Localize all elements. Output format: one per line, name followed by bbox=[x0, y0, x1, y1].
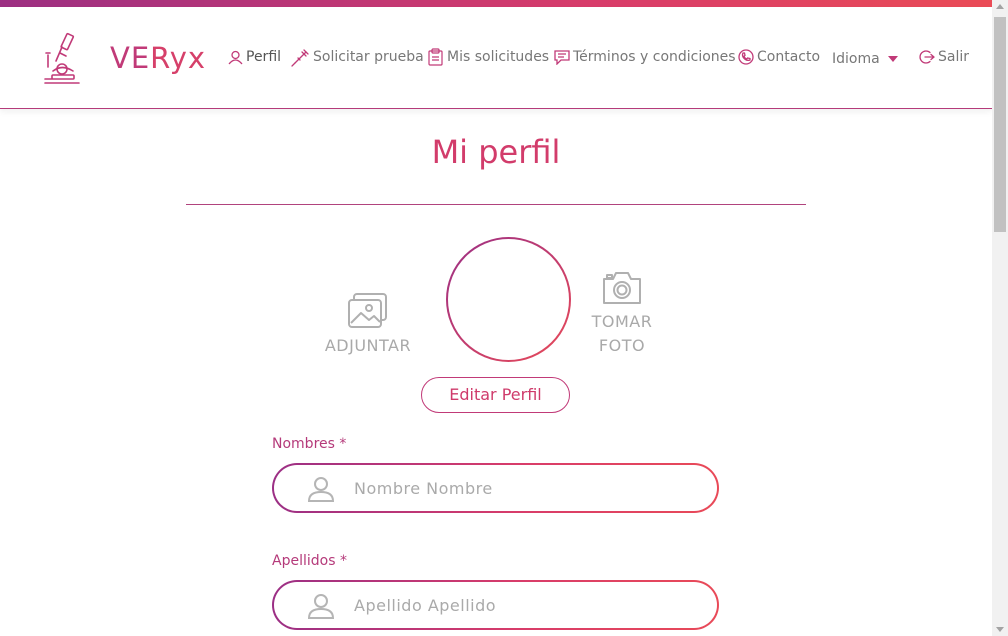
phone-icon bbox=[738, 49, 754, 65]
scroll-up-arrow-icon[interactable] bbox=[996, 4, 1004, 9]
user-icon bbox=[228, 50, 243, 64]
nav-salir-label: Salir bbox=[938, 49, 970, 65]
attach-photo-button[interactable]: ADJUNTAR bbox=[318, 292, 418, 358]
nav-terminos[interactable]: Términos y condiciones bbox=[554, 46, 736, 68]
nombres-label: Nombres * bbox=[272, 436, 347, 452]
scroll-down-arrow-icon[interactable] bbox=[996, 627, 1004, 632]
navbar: VERyx Perfil Solicitar prueba Mis solici… bbox=[0, 7, 992, 109]
nombres-field[interactable] bbox=[272, 463, 719, 513]
apellidos-input[interactable] bbox=[354, 582, 694, 628]
top-accent-strip bbox=[0, 0, 992, 7]
nav-contacto-label: Contacto bbox=[757, 49, 821, 65]
logout-icon bbox=[919, 50, 935, 64]
user-icon bbox=[307, 477, 335, 502]
scroll-thumb[interactable] bbox=[994, 17, 1006, 232]
page-title: Mi perfil bbox=[431, 133, 561, 171]
microscope-icon bbox=[44, 32, 80, 84]
edit-profile-button[interactable]: Editar Perfil bbox=[421, 377, 570, 413]
nombres-input[interactable] bbox=[354, 465, 694, 511]
nav-solicitar-label: Solicitar prueba bbox=[313, 49, 424, 65]
avatar bbox=[446, 237, 571, 362]
user-icon bbox=[307, 594, 335, 619]
nav-solicitar-prueba[interactable]: Solicitar prueba bbox=[291, 46, 424, 68]
clipboard-icon bbox=[428, 48, 443, 66]
nav-terminos-label: Términos y condiciones bbox=[573, 49, 736, 65]
apellidos-field[interactable] bbox=[272, 580, 719, 630]
apellidos-label: Apellidos * bbox=[272, 553, 347, 569]
nombres-field-inner[interactable] bbox=[274, 465, 717, 511]
take-photo-label-line1: TOMAR bbox=[591, 312, 653, 331]
page-scrollbar[interactable] bbox=[992, 0, 1008, 636]
chevron-down-icon bbox=[887, 56, 898, 62]
image-icon bbox=[348, 293, 387, 328]
nav-perfil[interactable]: Perfil bbox=[228, 46, 281, 68]
camera-icon bbox=[603, 272, 641, 304]
syringe-icon bbox=[291, 48, 309, 67]
avatar-photo-area bbox=[448, 239, 569, 360]
nav-salir[interactable]: Salir bbox=[919, 46, 969, 68]
attach-photo-label: ADJUNTAR bbox=[324, 336, 412, 355]
title-divider bbox=[186, 204, 806, 205]
nav-mis-solicitudes[interactable]: Mis solicitudes bbox=[427, 46, 549, 68]
nav-idioma-label: Idioma bbox=[832, 51, 880, 67]
nav-idioma-dropdown[interactable]: Idioma bbox=[832, 48, 898, 70]
brand-logo-text[interactable]: VERyx bbox=[110, 41, 206, 75]
nav-solicitudes-label: Mis solicitudes bbox=[447, 49, 550, 65]
take-photo-label-line2: FOTO bbox=[598, 336, 646, 355]
take-photo-button[interactable]: TOMAR FOTO bbox=[580, 270, 664, 358]
nav-contacto[interactable]: Contacto bbox=[738, 46, 820, 68]
apellidos-field-inner[interactable] bbox=[274, 582, 717, 628]
nav-perfil-label: Perfil bbox=[246, 49, 282, 65]
message-icon bbox=[554, 50, 570, 65]
